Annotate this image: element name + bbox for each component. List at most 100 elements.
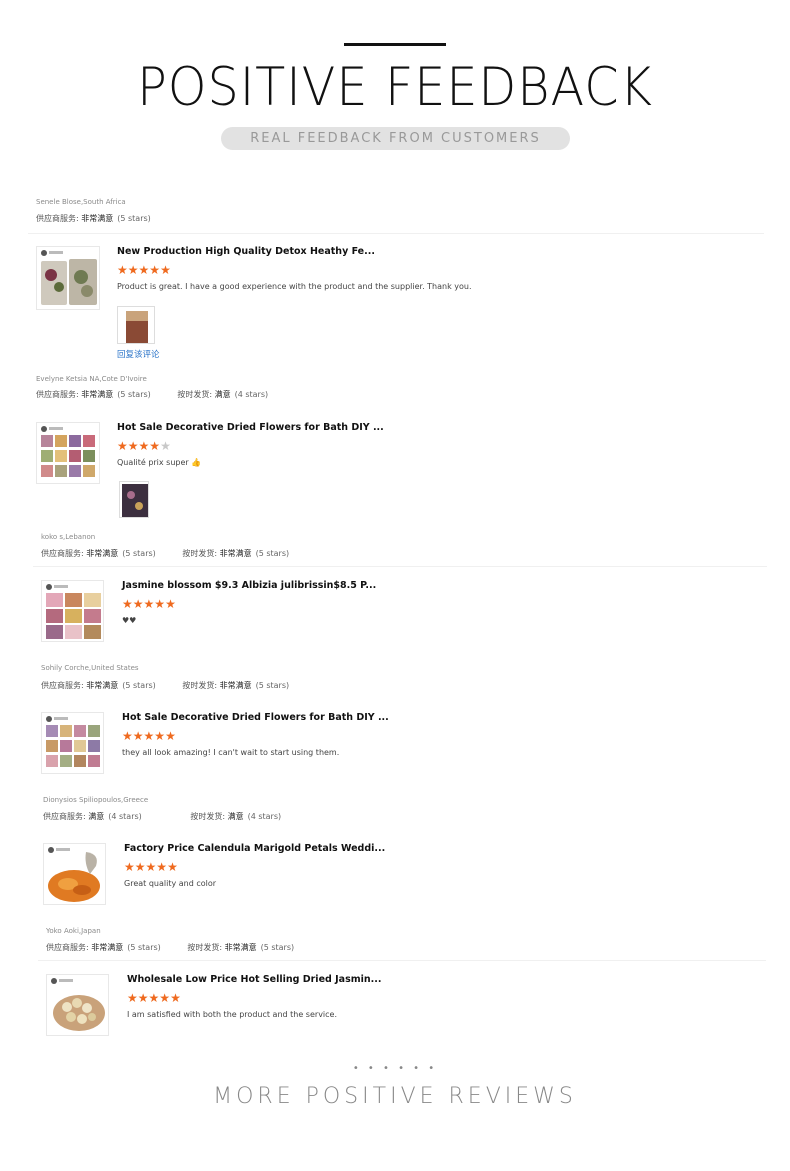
star-filled-icon: ★ xyxy=(132,729,144,743)
brand-logo-text xyxy=(54,585,68,588)
product-thumbnail[interactable] xyxy=(46,974,109,1036)
brand-logo-icon xyxy=(48,847,54,853)
rating-stars-count: (4 stars) xyxy=(234,390,269,399)
rating-label: 供应商服务: xyxy=(36,214,79,223)
star-filled-icon: ★ xyxy=(134,860,146,874)
page-title: POSITIVE FEEDBACK xyxy=(137,57,653,118)
product-thumbnail[interactable] xyxy=(41,712,104,774)
rating-label: 供应商服务: xyxy=(41,681,84,690)
brand-logo-icon xyxy=(46,716,52,722)
rating-value: 非常满意 xyxy=(81,214,114,223)
rating-label: 供应商服务: xyxy=(43,812,86,821)
star-filled-icon: ★ xyxy=(138,263,150,277)
review-comment: ♥♥ xyxy=(122,616,137,625)
product-title-link[interactable]: Hot Sale Decorative Dried Flowers for Ba… xyxy=(122,712,389,723)
marigold-petals-image xyxy=(48,852,100,902)
reviewer-name: Yoko Aoki,Japan xyxy=(46,927,101,935)
review-photo[interactable] xyxy=(119,481,149,518)
rating-stars-count: (4 stars) xyxy=(247,812,282,821)
rating-value: 非常满意 xyxy=(219,681,252,690)
rating-stars-count: (5 stars) xyxy=(122,681,156,690)
rating-value: 非常满意 xyxy=(86,549,119,558)
supplier-rating-line: 供应商服务: 非常满意 (5 stars) xyxy=(36,213,151,224)
star-empty-icon: ★ xyxy=(160,439,171,453)
star-filled-icon: ★ xyxy=(143,729,155,743)
divider xyxy=(33,566,767,567)
reply-review-link[interactable]: 回复该评论 xyxy=(117,348,160,360)
star-filled-icon: ★ xyxy=(167,860,178,874)
star-filled-icon: ★ xyxy=(145,860,157,874)
rating-value: 满意 xyxy=(227,812,244,821)
brand-logo-icon xyxy=(41,250,47,256)
star-filled-icon: ★ xyxy=(127,991,138,1005)
divider xyxy=(28,233,764,234)
more-reviews-heading[interactable]: MORE POSITIVE REVIEWS xyxy=(0,1084,790,1109)
rating-label: 按时发货: xyxy=(182,549,218,558)
review-comment: Great quality and color xyxy=(124,879,217,888)
brand-logo-text xyxy=(56,848,70,851)
star-rating: ★★★★★ xyxy=(117,264,171,276)
rating-line: 供应商服务: 非常满意 (5 stars) 按时发货: 非常满意 (5 stars) xyxy=(41,680,289,691)
rating-label: 按时发货: xyxy=(187,943,223,952)
star-filled-icon: ★ xyxy=(148,991,160,1005)
rating-stars-count: (5 stars) xyxy=(122,549,156,558)
dried-flowers-grid-image xyxy=(41,435,95,477)
dried-flowers-grid-image xyxy=(46,593,101,639)
star-filled-icon: ★ xyxy=(124,860,135,874)
product-thumbnail[interactable] xyxy=(43,843,106,905)
page-subtitle: REAL FEEDBACK FROM CUSTOMERS xyxy=(221,127,570,150)
reviewer-name: Sohily Corche,United States xyxy=(41,664,139,672)
rating-value: 非常满意 xyxy=(86,681,119,690)
star-filled-icon: ★ xyxy=(165,597,176,611)
reviewer-name: Senele Blose,South Africa xyxy=(36,198,126,206)
star-filled-icon: ★ xyxy=(122,729,133,743)
product-title-link[interactable]: Hot Sale Decorative Dried Flowers for Ba… xyxy=(117,422,384,433)
brand-logo-icon xyxy=(51,978,57,984)
star-rating: ★★★★★ xyxy=(127,992,181,1004)
review-comment: I am satisfied with both the product and… xyxy=(127,1010,338,1019)
product-thumbnail[interactable] xyxy=(36,246,100,310)
rating-label: 供应商服务: xyxy=(41,549,84,558)
rating-value: 非常满意 xyxy=(81,390,114,399)
rating-line: 供应商服务: 满意 (4 stars) 按时发货: 满意 (4 stars) xyxy=(43,811,281,822)
review-comment: Qualité prix super 👍 xyxy=(117,458,202,467)
review-photo-image xyxy=(122,484,148,517)
star-filled-icon: ★ xyxy=(127,263,139,277)
star-filled-icon: ★ xyxy=(156,860,168,874)
rating-stars-count: (5 stars) xyxy=(260,943,295,952)
reviewer-name: Evelyne Ketsia NA,Cote D'Ivoire xyxy=(36,375,147,383)
review-photo[interactable] xyxy=(117,306,155,344)
rating-value: 非常满意 xyxy=(91,943,124,952)
star-filled-icon: ★ xyxy=(137,991,149,1005)
star-filled-icon: ★ xyxy=(170,991,181,1005)
product-title-link[interactable]: New Production High Quality Detox Heathy… xyxy=(117,246,375,257)
dried-flowers-bag-image xyxy=(41,259,97,305)
product-thumbnail[interactable] xyxy=(36,422,100,484)
star-filled-icon: ★ xyxy=(154,729,166,743)
star-filled-icon: ★ xyxy=(165,729,176,743)
product-title-link[interactable]: Jasmine blossom $9.3 Albizia julibrissin… xyxy=(122,580,376,591)
brand-logo-text xyxy=(49,251,63,254)
star-filled-icon: ★ xyxy=(149,263,161,277)
product-title-link[interactable]: Wholesale Low Price Hot Selling Dried Ja… xyxy=(127,974,381,985)
star-filled-icon: ★ xyxy=(160,263,171,277)
star-filled-icon: ★ xyxy=(122,597,133,611)
rating-label: 供应商服务: xyxy=(46,943,89,952)
star-rating: ★★★★★ xyxy=(122,598,176,610)
rating-value: 非常满意 xyxy=(219,549,252,558)
product-title-link[interactable]: Factory Price Calendula Marigold Petals … xyxy=(124,843,385,854)
product-thumbnail[interactable] xyxy=(41,580,104,642)
rating-line: 供应商服务: 非常满意 (5 stars) 按时发货: 非常满意 (5 stars) xyxy=(41,548,289,559)
reviewer-name: koko s,Lebanon xyxy=(41,533,96,541)
star-filled-icon: ★ xyxy=(117,439,128,453)
divider xyxy=(38,960,766,961)
star-filled-icon: ★ xyxy=(159,991,171,1005)
rating-stars-count: (5 stars) xyxy=(117,390,151,399)
review-photo-image xyxy=(126,311,148,343)
dried-jasmine-image xyxy=(53,995,105,1031)
rating-stars-count: (5 stars) xyxy=(255,549,290,558)
brand-logo-text xyxy=(54,717,68,720)
rating-stars-count: (4 stars) xyxy=(108,812,142,821)
rating-label: 按时发货: xyxy=(190,812,226,821)
rating-label: 按时发货: xyxy=(177,390,213,399)
